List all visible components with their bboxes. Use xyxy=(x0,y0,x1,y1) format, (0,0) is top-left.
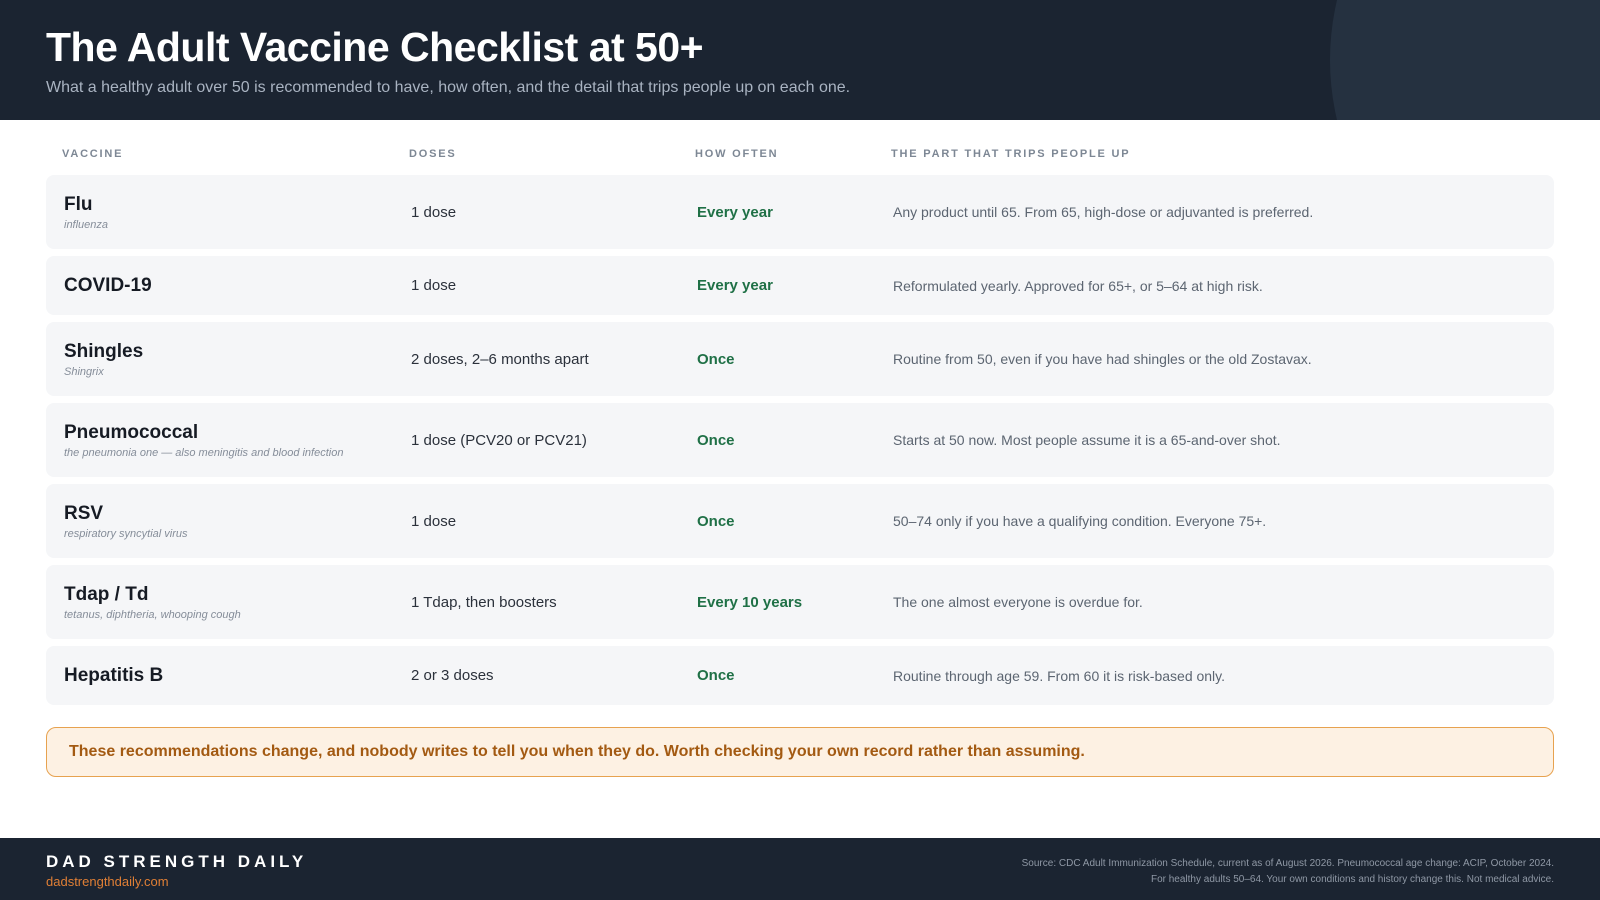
doses-cell: 1 Tdap, then boosters xyxy=(411,565,691,639)
vaccine-doses: 1 dose (PCV20 or PCV21) xyxy=(411,431,587,449)
vaccine-cell: Tdap / Td tetanus, diphtheria, whooping … xyxy=(64,565,404,639)
vaccine-cell: Pneumococcal the pneumonia one — also me… xyxy=(64,403,404,477)
vaccine-note: The one almost everyone is overdue for. xyxy=(893,594,1143,610)
page-title: The Adult Vaccine Checklist at 50+ xyxy=(46,24,704,70)
vaccine-subtitle: respiratory syncytial virus xyxy=(64,527,188,540)
frequency-cell: Once xyxy=(697,484,887,558)
vaccine-frequency: Once xyxy=(697,667,735,684)
vaccine-doses: 1 dose xyxy=(411,512,457,530)
column-header-frequency: HOW OFTEN xyxy=(695,148,779,160)
callout-text: These recommendations change, and nobody… xyxy=(69,743,1085,760)
vaccine-frequency: Every year xyxy=(697,203,773,221)
vaccine-frequency: Every year xyxy=(697,277,773,294)
vaccine-name: Hepatitis B xyxy=(64,664,164,686)
header: The Adult Vaccine Checklist at 50+ What … xyxy=(0,0,1600,120)
column-header-vaccine: VACCINE xyxy=(62,148,124,160)
vaccine-name: RSV xyxy=(64,502,104,524)
note-cell: Reformulated yearly. Approved for 65+, o… xyxy=(893,256,1543,315)
vaccine-name: Pneumococcal xyxy=(64,421,199,443)
frequency-cell: Once xyxy=(697,322,887,396)
vaccine-name: Flu xyxy=(64,193,93,215)
brand-name: DAD STRENGTH DAILY xyxy=(46,852,308,871)
doses-cell: 2 or 3 doses xyxy=(411,646,691,705)
vaccine-subtitle: influenza xyxy=(64,218,109,231)
note-cell: Starts at 50 now. Most people assume it … xyxy=(893,403,1543,477)
vaccine-note: Any product until 65. From 65, high-dose… xyxy=(893,204,1314,220)
table-row: Shingles Shingrix 2 doses, 2–6 months ap… xyxy=(46,322,1554,396)
doses-cell: 1 dose (PCV20 or PCV21) xyxy=(411,403,691,477)
vaccine-doses: 2 or 3 doses xyxy=(411,667,494,684)
doses-cell: 1 dose xyxy=(411,484,691,558)
vaccine-note: Routine through age 59. From 60 it is ri… xyxy=(893,667,1226,684)
page-subtitle: What a healthy adult over 50 is recommen… xyxy=(46,79,851,96)
vaccine-doses: 1 Tdap, then boosters xyxy=(411,593,557,611)
vaccine-cell: Flu influenza xyxy=(64,175,404,249)
vaccine-frequency: Once xyxy=(697,350,735,368)
table-row: Hepatitis B 2 or 3 doses Once Routine th… xyxy=(46,646,1554,705)
vaccine-cell: Shingles Shingrix xyxy=(64,322,404,396)
frequency-cell: Once xyxy=(697,403,887,477)
vaccine-cell: COVID-19 xyxy=(64,256,404,315)
vaccine-note: Starts at 50 now. Most people assume it … xyxy=(893,432,1281,448)
frequency-cell: Every year xyxy=(697,256,887,315)
frequency-cell: Once xyxy=(697,646,887,705)
table-row: Pneumococcal the pneumonia one — also me… xyxy=(46,403,1554,477)
table-row: RSV respiratory syncytial virus 1 dose O… xyxy=(46,484,1554,558)
vaccine-name: Shingles xyxy=(64,340,144,362)
note-cell: 50–74 only if you have a qualifying cond… xyxy=(893,484,1543,558)
vaccine-frequency: Once xyxy=(697,512,735,530)
table-row: Flu influenza 1 dose Every year Any prod… xyxy=(46,175,1554,249)
source-note: Source: CDC Adult Immunization Schedule,… xyxy=(1022,856,1554,888)
vaccine-subtitle: the pneumonia one — also meningitis and … xyxy=(64,446,344,459)
table-row: COVID-19 1 dose Every year Reformulated … xyxy=(46,256,1554,315)
footer: DAD STRENGTH DAILY dadstrengthdaily.com … xyxy=(0,838,1600,900)
source-line-1: Source: CDC Adult Immunization Schedule,… xyxy=(1021,858,1554,869)
vaccine-note: Reformulated yearly. Approved for 65+, o… xyxy=(893,277,1263,294)
vaccine-cell: RSV respiratory syncytial virus xyxy=(64,484,404,558)
vaccine-note: Routine from 50, even if you have had sh… xyxy=(893,351,1312,367)
frequency-cell: Every year xyxy=(697,175,887,249)
warning-callout: These recommendations change, and nobody… xyxy=(46,727,1554,777)
doses-cell: 1 dose xyxy=(411,256,691,315)
vaccine-subtitle: Shingrix xyxy=(64,365,104,378)
column-header-doses: DOSES xyxy=(409,148,457,160)
vaccine-cell: Hepatitis B xyxy=(64,646,404,705)
frequency-cell: Every 10 years xyxy=(697,565,887,639)
vaccine-frequency: Once xyxy=(697,431,735,449)
vaccine-doses: 1 dose xyxy=(411,277,457,294)
vaccine-name: Tdap / Td xyxy=(64,583,149,605)
vaccine-name: COVID-19 xyxy=(64,274,152,296)
vaccine-subtitle: tetanus, diphtheria, whooping cough xyxy=(64,608,241,621)
source-line-2: For healthy adults 50–64. Your own condi… xyxy=(1150,874,1554,885)
doses-cell: 1 dose xyxy=(411,175,691,249)
vaccine-doses: 1 dose xyxy=(411,203,457,221)
brand-url: dadstrengthdaily.com xyxy=(46,874,169,889)
vaccine-table: Flu influenza 1 dose Every year Any prod… xyxy=(46,175,1554,712)
doses-cell: 2 doses, 2–6 months apart xyxy=(411,322,691,396)
note-cell: Routine from 50, even if you have had sh… xyxy=(893,322,1543,396)
table-row: Tdap / Td tetanus, diphtheria, whooping … xyxy=(46,565,1554,639)
vaccine-note: 50–74 only if you have a qualifying cond… xyxy=(893,513,1267,529)
vaccine-doses: 2 doses, 2–6 months apart xyxy=(411,350,589,368)
note-cell: The one almost everyone is overdue for. xyxy=(893,565,1543,639)
note-cell: Any product until 65. From 65, high-dose… xyxy=(893,175,1543,249)
vaccine-frequency: Every 10 years xyxy=(697,593,803,611)
column-header-note: THE PART THAT TRIPS PEOPLE UP xyxy=(891,148,1131,160)
header-decoration xyxy=(1330,0,1600,120)
note-cell: Routine through age 59. From 60 it is ri… xyxy=(893,646,1543,705)
